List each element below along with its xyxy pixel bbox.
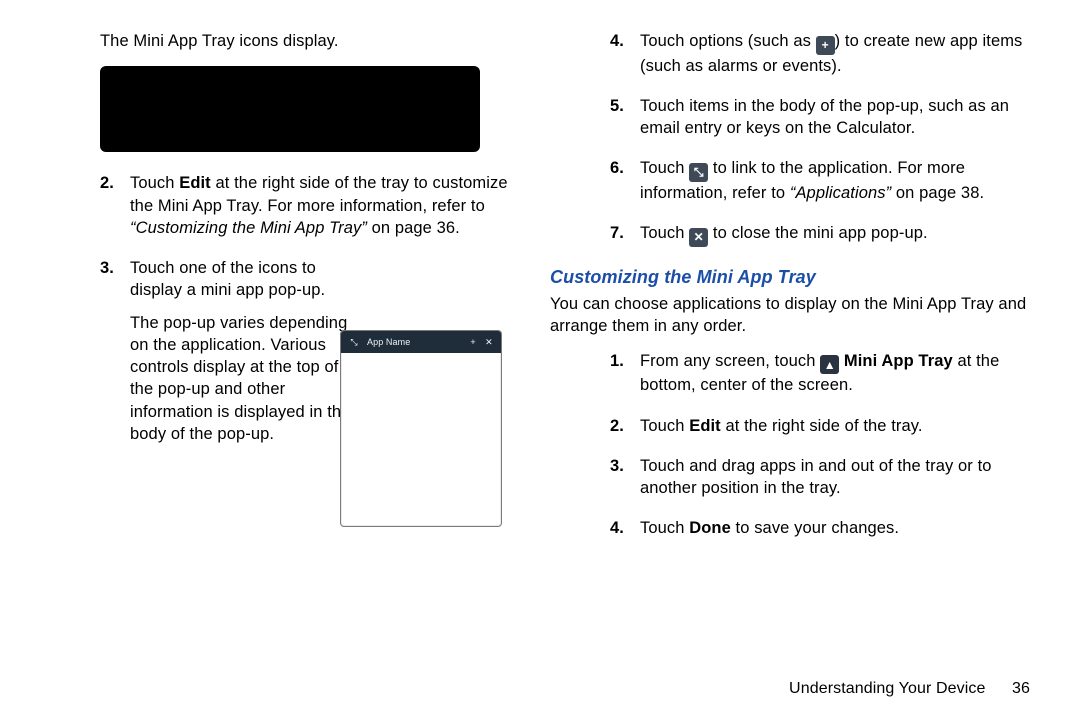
step-text: From any screen, touch ▲ Mini App Tray a… [640, 352, 999, 395]
customize-step-3: 3. Touch and drag apps in and out of the… [610, 455, 1030, 500]
plus-icon: + [465, 336, 481, 348]
close-icon: ✕ [481, 336, 497, 348]
step-text: Touch one of the icons to display a mini… [130, 257, 360, 445]
step-number: 7. [610, 222, 624, 244]
customize-step-2: 2. Touch Edit at the right side of the t… [610, 415, 1030, 437]
section-heading: Customizing the Mini App Tray [550, 265, 1030, 289]
step-number: 3. [100, 257, 114, 279]
step-number: 2. [610, 415, 624, 437]
footer-section: Understanding Your Device [789, 680, 985, 697]
step-2: 2. Touch Edit at the right side of the t… [100, 172, 520, 239]
close-icon: ✕ [689, 228, 708, 247]
step-6: 6. Touch ⤡ to link to the application. F… [610, 157, 1030, 204]
step-number: 1. [610, 350, 624, 372]
customize-step-4: 4. Touch Done to save your changes. [610, 517, 1030, 539]
step-text: Touch ⤡ to link to the application. For … [640, 159, 984, 202]
page-footer: Understanding Your Device 36 [789, 678, 1030, 700]
step-number: 4. [610, 517, 624, 539]
section-body: You can choose applications to display o… [550, 293, 1030, 338]
right-column: 4. Touch options (such as +) to create n… [550, 30, 1030, 558]
step-text: Touch items in the body of the pop-up, s… [640, 97, 1009, 137]
plus-icon: + [816, 36, 835, 55]
chevron-up-icon: ▲ [820, 355, 839, 374]
mini-app-popup-figure: ⤡ App Name + ✕ [340, 330, 502, 527]
step-text: Touch options (such as +) to create new … [640, 32, 1022, 75]
page-number: 36 [1012, 680, 1030, 697]
step-text: Touch Edit at the right side of the tray… [130, 174, 508, 237]
popup-title: App Name [363, 336, 465, 348]
step-5: 5. Touch items in the body of the pop-up… [610, 95, 1030, 140]
step-number: 2. [100, 172, 114, 194]
step-text: Touch Done to save your changes. [640, 519, 899, 537]
intro-text: The Mini App Tray icons display. [100, 30, 520, 52]
step-number: 5. [610, 95, 624, 117]
step-7: 7. Touch ✕ to close the mini app pop-up. [610, 222, 1030, 247]
popup-header: ⤡ App Name + ✕ [341, 331, 501, 353]
expand-diagonal-icon: ⤡ [345, 336, 363, 348]
expand-diagonal-icon: ⤡ [689, 163, 708, 182]
customize-step-1: 1. From any screen, touch ▲ Mini App Tra… [610, 350, 1030, 397]
step-number: 6. [610, 157, 624, 179]
step-number: 3. [610, 455, 624, 477]
tray-screenshot-placeholder [100, 66, 480, 152]
step-text: Touch Edit at the right side of the tray… [640, 417, 923, 435]
step-text: Touch ✕ to close the mini app pop-up. [640, 224, 928, 242]
step-number: 4. [610, 30, 624, 52]
step-4: 4. Touch options (such as +) to create n… [610, 30, 1030, 77]
step-text: Touch and drag apps in and out of the tr… [640, 457, 992, 497]
